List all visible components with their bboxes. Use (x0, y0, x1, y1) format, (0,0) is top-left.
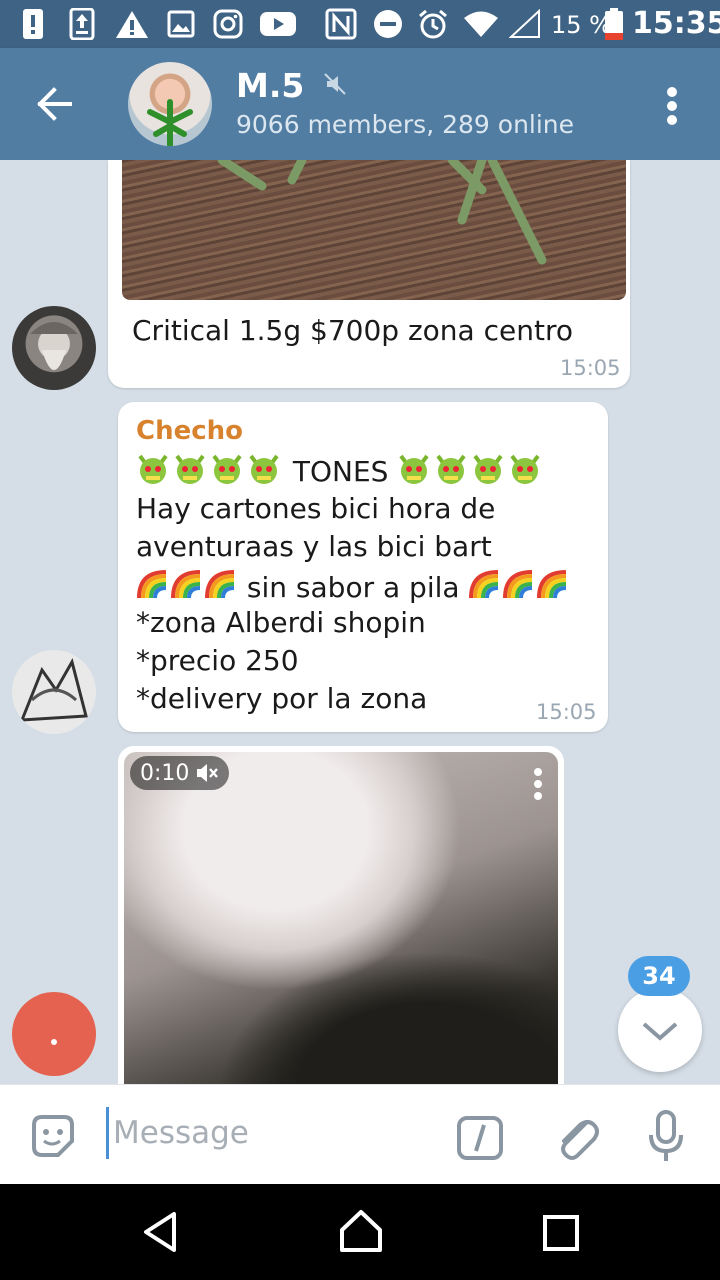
rainbow-icon (537, 570, 567, 599)
chevron-down-icon (642, 1022, 678, 1041)
message-line: sin sabor a pila (136, 568, 570, 604)
paperclip-icon (561, 1120, 599, 1160)
unread-count-badge: 34 (628, 956, 690, 996)
scroll-to-bottom-button[interactable] (618, 988, 702, 1072)
chat-area[interactable]: Critical 1.5g $700p zona centro 15:05 Ch… (0, 160, 720, 1084)
wifi-icon (462, 8, 500, 40)
message-text: Critical 1.5g $700p zona centro (132, 314, 573, 347)
chat-title[interactable]: M.5 (236, 66, 346, 105)
message-input[interactable] (106, 1107, 443, 1159)
manga-avatar-image (19, 658, 88, 722)
upload-icon (68, 8, 96, 40)
dragon-face-icon (138, 454, 168, 484)
muted-icon (324, 73, 346, 95)
rainbow-icon (171, 570, 201, 599)
dragon-face-icon (510, 454, 540, 484)
bot-commands-button[interactable] (456, 1115, 504, 1161)
nfc-icon (324, 8, 358, 40)
muted-speaker-icon (197, 764, 219, 782)
group-avatar[interactable] (128, 62, 212, 146)
battery-icon (604, 8, 624, 40)
battery-alert-icon (22, 8, 44, 40)
photo-content (217, 160, 547, 265)
rainbow-icon (137, 570, 167, 599)
message-time: 15:05 (560, 356, 621, 380)
status-clock: 15:35 (632, 6, 720, 41)
slash-command-icon (457, 1116, 503, 1160)
rainbow-emoji-group (460, 570, 571, 604)
status-bar: 15 % 15:35 (0, 0, 720, 48)
message-line: *precio 250 (136, 644, 299, 677)
message-line: TONES (136, 452, 545, 488)
leaf-icon (147, 99, 193, 146)
sender-name[interactable]: Checho (136, 416, 243, 446)
youtube-icon (258, 8, 298, 40)
square-recents-icon (543, 1215, 579, 1251)
home-icon (340, 1210, 382, 1252)
more-vertical-icon (534, 768, 542, 800)
voice-record-button[interactable] (646, 1109, 686, 1165)
sticker-button[interactable] (28, 1111, 78, 1161)
battery-percent: 15 % (551, 11, 612, 39)
dragon-face-icon (175, 454, 205, 484)
message-time: 15:05 (536, 700, 597, 724)
message-line: aventuraas y las bici bart (136, 530, 492, 563)
microphone-icon (649, 1110, 683, 1161)
rainbow-icon (503, 570, 533, 599)
chat-subtitle: 9066 members, 289 online (236, 110, 575, 139)
dragon-face-icon (399, 454, 429, 484)
wizard-avatar-image (30, 322, 78, 370)
dragon-emoji-group (388, 454, 545, 488)
dragon-face-icon (473, 454, 503, 484)
video-menu-button[interactable] (524, 762, 552, 806)
triangle-back-icon (144, 1212, 176, 1252)
dot-icon (51, 1039, 57, 1045)
sticker-icon (32, 1115, 74, 1157)
system-navigation-bar (0, 1184, 720, 1280)
rainbow-icon (205, 570, 235, 599)
video-message[interactable] (118, 746, 564, 1084)
attach-button[interactable] (552, 1111, 600, 1163)
alarm-icon (416, 8, 450, 40)
back-button[interactable] (22, 74, 86, 134)
user-avatar-placeholder[interactable] (12, 992, 96, 1076)
user-avatar[interactable] (12, 650, 96, 734)
rainbow-icon (469, 570, 499, 599)
more-vertical-icon (667, 87, 677, 125)
dragon-face-icon (249, 454, 279, 484)
dragon-emoji-group (136, 454, 293, 488)
nav-recents-button[interactable] (542, 1214, 580, 1252)
video-preview[interactable] (124, 752, 558, 1084)
do-not-disturb-icon (372, 8, 404, 40)
more-options-button[interactable] (654, 78, 690, 134)
message-line: *zona Alberdi shopin (136, 606, 426, 639)
arrow-left-icon (37, 87, 72, 121)
dragon-face-icon (212, 454, 242, 484)
rainbow-emoji-group (136, 570, 247, 604)
instagram-icon (212, 8, 244, 40)
video-duration-badge: 0:10 (130, 756, 230, 790)
dragon-face-icon (436, 454, 466, 484)
warning-icon (114, 8, 150, 40)
chat-header: M.5 9066 members, 289 online (0, 48, 720, 160)
user-avatar[interactable] (12, 306, 96, 390)
message-line: *delivery por la zona (136, 682, 428, 715)
nav-home-button[interactable] (338, 1208, 384, 1254)
gallery-icon (166, 8, 196, 40)
message-line: Hay cartones bici hora de (136, 492, 496, 525)
message-composer (0, 1084, 720, 1185)
signal-icon (508, 8, 542, 40)
nav-back-button[interactable] (140, 1210, 180, 1254)
message-photo[interactable] (122, 160, 626, 300)
